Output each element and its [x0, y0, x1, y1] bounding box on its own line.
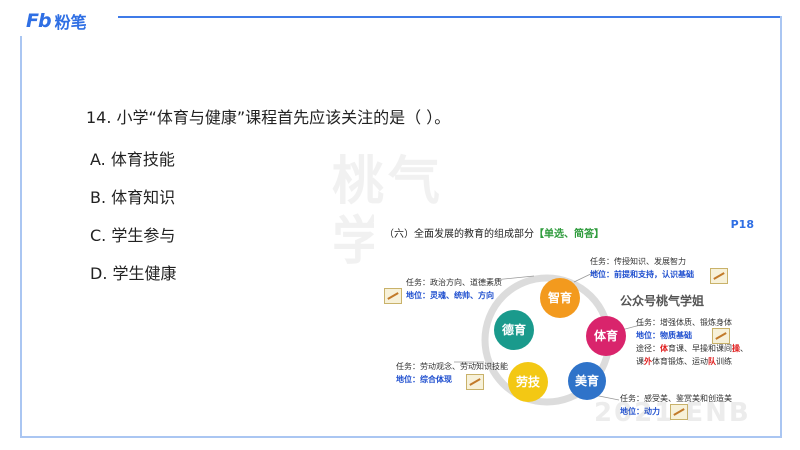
option-d[interactable]: D. 学生健康	[90, 260, 177, 284]
image-title-tag: 【单选、简答】	[534, 229, 604, 240]
bubble-meiyu-label: 美育	[575, 373, 600, 388]
note-zhiyu-task: 任务：传授知识、发展智力	[590, 257, 686, 266]
note-tiyu-way-text3: 体育锻炼、运动	[652, 357, 708, 366]
bubble-deyu-label: 德育	[502, 322, 527, 337]
note-tiyu-way-text1: 育课、早操和课间	[668, 344, 732, 353]
bubble-tiyu: 体育	[586, 316, 626, 356]
note-tiyu-way-line2: 课外体育锻炼、运动队训练	[636, 355, 748, 368]
pencil-icon	[710, 268, 728, 284]
note-tiyu-position: 地位：物质基础	[636, 331, 692, 340]
bubble-laoji: 劳技	[508, 362, 548, 402]
note-laoji-position: 地位：综合体现	[396, 375, 452, 384]
education-components-image: （六）全面发展的教育的组成部分【单选、简答】 P18 公众号桃气学姐 智育 德育…	[374, 212, 768, 426]
bubble-laoji-label: 劳技	[515, 374, 540, 389]
note-tiyu: 任务：增强体质、锻炼身体 地位：物质基础 途径：体育课、早操和课间操、 课外体育…	[636, 316, 748, 368]
pencil-icon	[466, 374, 484, 390]
question-text: 14. 小学“体育与健康”课程首先应该关注的是（ ）。	[86, 108, 451, 127]
option-a[interactable]: A. 体育技能	[90, 146, 175, 170]
note-tiyu-way-text2: 课	[636, 357, 644, 366]
note-tiyu-way-sep: 、	[740, 344, 748, 353]
image-title-text: （六）全面发展的教育的组成部分	[384, 229, 534, 240]
note-deyu: 任务：政治方向、道德素质 地位：灵魂、统帅、方向	[406, 276, 502, 302]
bubble-zhiyu: 智育	[540, 278, 580, 318]
note-tiyu-way-key4: 队	[708, 357, 716, 366]
note-laoji: 任务：劳动观念、劳动知识技能 地位：综合体现	[396, 360, 508, 386]
image-page-number: P18	[730, 218, 754, 231]
bubble-deyu: 德育	[494, 310, 534, 350]
note-tiyu-way-prefix: 途径：	[636, 344, 660, 353]
slide-frame-top	[118, 16, 782, 18]
slide-frame-right	[780, 16, 782, 438]
bubble-meiyu: 美育	[568, 362, 606, 400]
note-tiyu-way: 途径：体育课、早操和课间操、	[636, 342, 748, 355]
note-deyu-position: 地位：灵魂、统帅、方向	[406, 291, 494, 300]
brand-name: 粉笔	[54, 13, 87, 32]
note-deyu-task: 任务：政治方向、道德素质	[406, 278, 502, 287]
note-tiyu-task: 任务：增强体质、锻炼身体	[636, 318, 732, 327]
slide-frame-left	[20, 36, 22, 438]
note-tiyu-way-key3: 外	[644, 357, 652, 366]
slide-frame-bottom	[20, 436, 782, 438]
pencil-icon	[384, 288, 402, 304]
bubble-zhiyu-label: 智育	[548, 290, 573, 305]
image-gzh-watermark: 公众号桃气学姐	[620, 294, 705, 308]
option-b[interactable]: B. 体育知识	[90, 184, 175, 208]
note-zhiyu: 任务：传授知识、发展智力 地位：前提和支持，认识基础	[590, 255, 694, 281]
image-title: （六）全面发展的教育的组成部分【单选、简答】	[384, 225, 604, 240]
pencil-icon	[712, 328, 730, 344]
note-laoji-task: 任务：劳动观念、劳动知识技能	[396, 362, 508, 371]
option-c[interactable]: C. 学生参与	[90, 222, 175, 246]
brand-mark: Fb	[26, 10, 52, 32]
bubble-tiyu-label: 体育	[594, 328, 619, 343]
note-zhiyu-position: 地位：前提和支持，认识基础	[590, 270, 694, 279]
brand-logo: Fb 粉笔	[26, 8, 87, 34]
note-tiyu-way-key2: 操	[732, 344, 740, 353]
image-corner-watermark: 2021 ENB	[594, 398, 751, 426]
note-tiyu-way-key1: 体	[660, 344, 668, 353]
note-tiyu-way-text4: 训练	[716, 357, 732, 366]
